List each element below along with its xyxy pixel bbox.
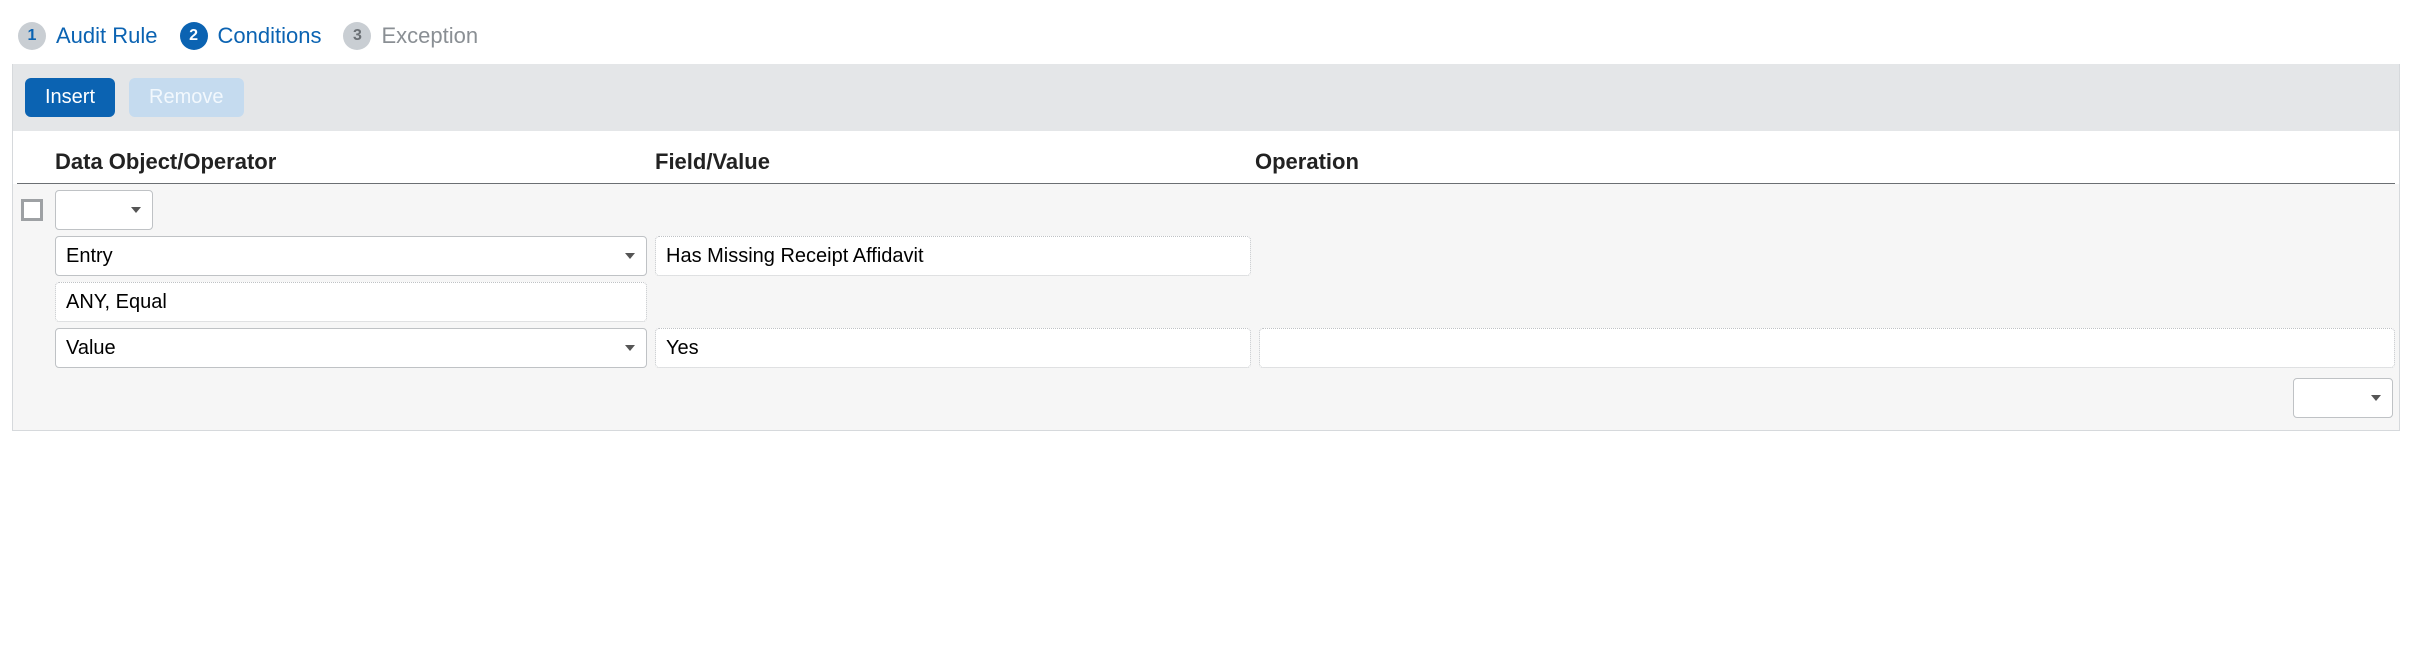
wizard-step-conditions[interactable]: 2 Conditions xyxy=(180,22,322,50)
condition-row-2 xyxy=(13,276,2399,322)
field-input[interactable] xyxy=(655,236,1251,276)
wizard-step-exception[interactable]: 3 Exception xyxy=(343,22,478,50)
step-number-badge: 1 xyxy=(18,22,46,50)
toolbar: Insert Remove xyxy=(13,64,2399,131)
data-object-select[interactable]: Entry xyxy=(55,236,647,276)
footer-select[interactable] xyxy=(2293,378,2393,418)
remove-button: Remove xyxy=(129,78,243,117)
condition-group: Entry Value xyxy=(13,184,2399,430)
step-label: Audit Rule xyxy=(56,23,158,49)
column-header-operation: Operation xyxy=(1255,149,2395,175)
row-checkbox[interactable] xyxy=(21,199,43,221)
footer-row xyxy=(13,368,2399,418)
condition-row-1: Entry xyxy=(13,230,2399,276)
column-header-field-value: Field/Value xyxy=(655,149,1255,175)
wizard-steps: 1 Audit Rule 2 Conditions 3 Exception xyxy=(0,0,2412,64)
group-logic-select[interactable] xyxy=(55,190,153,230)
group-header-row xyxy=(13,184,2399,230)
table-header: Data Object/Operator Field/Value Operati… xyxy=(17,131,2395,184)
operator-input[interactable] xyxy=(55,282,647,322)
condition-row-3: Value xyxy=(13,322,2399,368)
column-header-data-object: Data Object/Operator xyxy=(55,149,655,175)
step-number-badge: 3 xyxy=(343,22,371,50)
step-label: Conditions xyxy=(218,23,322,49)
value-input[interactable] xyxy=(655,328,1251,368)
step-label: Exception xyxy=(381,23,478,49)
conditions-panel: Insert Remove Data Object/Operator Field… xyxy=(12,64,2400,431)
value-type-select[interactable]: Value xyxy=(55,328,647,368)
insert-button[interactable]: Insert xyxy=(25,78,115,117)
step-number-badge: 2 xyxy=(180,22,208,50)
wizard-step-audit-rule[interactable]: 1 Audit Rule xyxy=(18,22,158,50)
operation-input[interactable] xyxy=(1259,328,2395,368)
